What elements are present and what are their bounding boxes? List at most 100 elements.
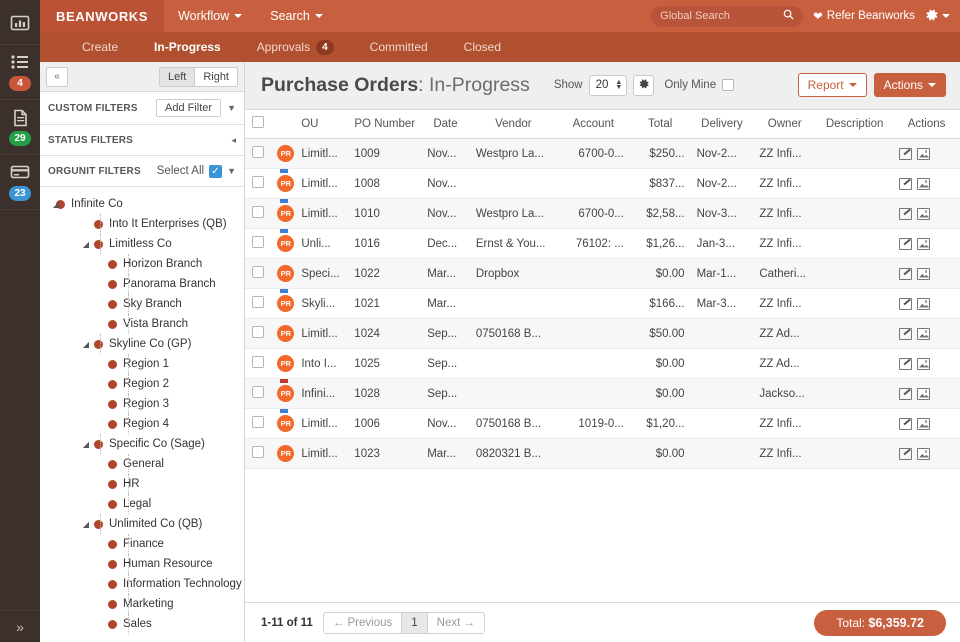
rail-workflow[interactable]: 4 — [0, 45, 40, 100]
refer-beanworks-link[interactable]: ❤ Refer Beanworks — [813, 9, 915, 23]
page-size-select[interactable]: 20 ▲ ▼ — [588, 74, 628, 96]
image-icon[interactable] — [917, 297, 931, 310]
select-all-control[interactable]: Select All ✓ ▼ — [157, 164, 236, 178]
column-settings-button[interactable] — [633, 74, 655, 96]
row-select-checkbox[interactable] — [252, 386, 265, 398]
edit-pencil-icon[interactable] — [899, 267, 913, 280]
image-icon[interactable] — [917, 417, 931, 430]
row-select-checkbox[interactable] — [252, 146, 265, 158]
select-all-rows-checkbox[interactable] — [252, 116, 265, 128]
orgunit-tree-node[interactable]: Sky Branch — [40, 294, 244, 314]
image-icon[interactable] — [917, 237, 931, 250]
table-row[interactable]: PR Unli... 1016 Dec... Ernst & You... 76102: … — [245, 228, 960, 259]
table-row[interactable]: PR Into I... 1025 Sep... $0.00 ZZ Ad... — [245, 348, 960, 379]
image-icon[interactable] — [917, 447, 931, 460]
image-icon[interactable] — [917, 357, 931, 370]
row-select-checkbox[interactable] — [252, 296, 265, 308]
image-icon[interactable] — [917, 387, 931, 400]
orgunit-tree-node[interactable]: Region 2 — [40, 374, 244, 394]
tree-collapse-icon[interactable]: ◢ — [50, 200, 62, 209]
orgunit-tree-node[interactable]: Vista Branch — [40, 314, 244, 334]
column-header-ou[interactable]: OU — [271, 110, 349, 139]
edit-pencil-icon[interactable] — [899, 417, 913, 430]
edit-pencil-icon[interactable] — [899, 147, 913, 160]
orgunit-tree-node[interactable]: ◢ Limitless Co — [40, 234, 244, 254]
report-button[interactable]: Report — [797, 73, 867, 97]
table-row[interactable]: PR Infini... 1028 Sep... $0.00 Jackso... — [245, 378, 960, 409]
actions-button[interactable]: Actions — [873, 73, 946, 97]
edit-pencil-icon[interactable] — [899, 237, 913, 250]
table-row[interactable]: PR Speci... 1022 Mar... Dropbox $0.00 Mar-1...… — [245, 258, 960, 289]
next-page-button[interactable]: Next → — [426, 611, 485, 634]
image-icon[interactable] — [917, 147, 931, 160]
tree-collapse-icon[interactable]: ◢ — [80, 520, 92, 529]
page-number-button[interactable]: 1 — [402, 611, 427, 634]
orgunit-tree-node[interactable]: ◢ Infinite Co — [40, 194, 244, 214]
orgunit-tree-node[interactable]: Sales — [40, 614, 244, 634]
row-select-checkbox[interactable] — [252, 446, 265, 458]
row-select-checkbox[interactable] — [252, 326, 265, 338]
tab-create[interactable]: Create — [64, 32, 136, 62]
orgunit-tree-node[interactable]: ◢ Unlimited Co (QB) — [40, 514, 244, 534]
add-filter-button[interactable]: Add Filter — [156, 99, 222, 117]
global-search-input[interactable]: Global Search — [651, 5, 804, 27]
orgunit-tree-node[interactable]: Into It Enterprises (QB) — [40, 214, 244, 234]
edit-pencil-icon[interactable] — [899, 207, 913, 220]
orgunit-tree-node[interactable]: Legal — [40, 494, 244, 514]
only-mine-checkbox[interactable] — [722, 79, 735, 91]
orgunit-tree-node[interactable]: Region 4 — [40, 414, 244, 434]
orgunit-tree-node[interactable]: Region 3 — [40, 394, 244, 414]
panel-side-right-button[interactable]: Right — [194, 66, 238, 87]
table-row[interactable]: PR Limitl... 1024 Sep... 0750168 B... $50.00 Z… — [245, 318, 960, 349]
tree-collapse-icon[interactable]: ◢ — [80, 240, 92, 249]
row-select-checkbox[interactable] — [252, 176, 265, 188]
row-select-checkbox[interactable] — [252, 266, 265, 278]
tab-closed[interactable]: Closed — [446, 32, 519, 62]
column-header-total[interactable]: Total — [629, 110, 691, 139]
status-filters-row[interactable]: STATUS FILTERS ◂ — [40, 125, 244, 156]
tab-in-progress[interactable]: In-Progress — [136, 32, 239, 62]
orgunit-tree-node[interactable]: Finance — [40, 534, 244, 554]
settings-menu-button[interactable] — [925, 8, 950, 25]
previous-page-button[interactable]: ← Previous — [322, 611, 403, 634]
rail-expand-button[interactable]: » — [0, 610, 40, 642]
tab-approvals[interactable]: Approvals 4 — [239, 32, 352, 62]
tab-committed[interactable]: Committed — [352, 32, 446, 62]
tree-collapse-icon[interactable]: ◢ — [80, 340, 92, 349]
row-select-checkbox[interactable] — [252, 356, 265, 368]
image-icon[interactable] — [917, 177, 931, 190]
edit-pencil-icon[interactable] — [899, 387, 913, 400]
column-header-delivery[interactable]: Delivery — [690, 110, 754, 139]
column-header-po-number[interactable]: PO Number — [348, 110, 422, 139]
table-row[interactable]: PR Skyli... 1021 Mar... $166... Mar-3... ZZ In… — [245, 288, 960, 319]
column-header-account[interactable]: Account — [556, 110, 630, 139]
select-all-checkbox[interactable]: ✓ — [209, 164, 223, 178]
row-select-checkbox[interactable] — [252, 236, 265, 248]
panel-side-left-button[interactable]: Left — [158, 66, 195, 87]
tree-collapse-icon[interactable]: ◢ — [80, 440, 92, 449]
orgunit-tree-node[interactable]: Horizon Branch — [40, 254, 244, 274]
chevron-down-icon[interactable]: ▼ — [227, 103, 236, 113]
column-header-date[interactable]: Date — [421, 110, 470, 139]
orgunit-tree-node[interactable]: Marketing — [40, 594, 244, 614]
rail-invoices[interactable]: 29 — [0, 100, 40, 155]
column-header-description[interactable]: Description — [816, 110, 894, 139]
nav-workflow[interactable]: Workflow — [164, 0, 256, 32]
orgunit-tree-node[interactable]: Panorama Branch — [40, 274, 244, 294]
orgunit-tree-node[interactable]: Region 1 — [40, 354, 244, 374]
table-row[interactable]: PR Limitl... 1006 Nov... 0750168 B... 1019-0.… — [245, 408, 960, 439]
rail-dashboard[interactable] — [0, 0, 40, 45]
row-select-checkbox[interactable] — [252, 206, 265, 218]
column-header-owner[interactable]: Owner — [753, 110, 817, 139]
only-mine-control[interactable]: Only Mine — [664, 79, 735, 91]
edit-pencil-icon[interactable] — [899, 177, 913, 190]
orgunit-tree-node[interactable]: Information Technology — [40, 574, 244, 594]
edit-pencil-icon[interactable] — [899, 447, 913, 460]
image-icon[interactable] — [917, 207, 931, 220]
orgunit-tree-node[interactable]: HR — [40, 474, 244, 494]
chevron-down-icon[interactable]: ▼ — [227, 166, 236, 176]
edit-pencil-icon[interactable] — [899, 297, 913, 310]
table-row[interactable]: PR Limitl... 1009 Nov... Westpro La... 6700-0… — [245, 138, 960, 169]
nav-search[interactable]: Search — [256, 0, 337, 32]
orgunit-tree-node[interactable]: Human Resource — [40, 554, 244, 574]
